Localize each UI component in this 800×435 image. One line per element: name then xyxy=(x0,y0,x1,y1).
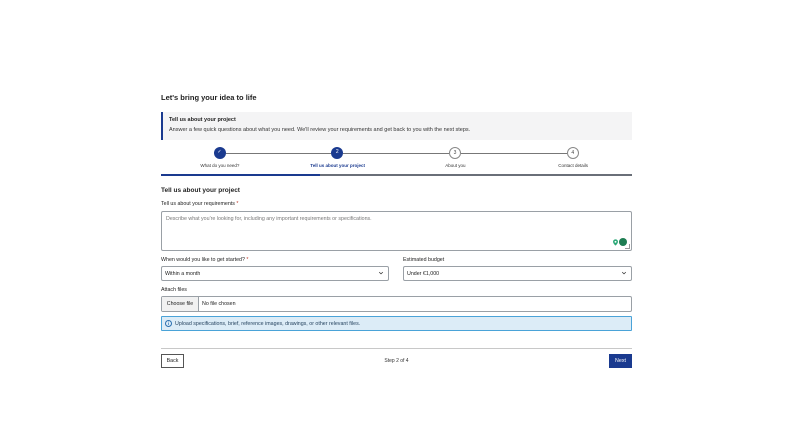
chevron-down-icon xyxy=(378,271,384,275)
step-contact-details[interactable]: 4 Contact details xyxy=(514,147,632,177)
budget-label: Estimated budget xyxy=(403,257,445,263)
requirements-label-text: Tell us about your requirements xyxy=(161,201,235,207)
file-status: No file chosen xyxy=(202,301,236,307)
requirements-placeholder: Describe what you're looking for, includ… xyxy=(166,216,372,222)
info-text: Upload specifications, brief, reference … xyxy=(175,321,361,327)
choose-file-button[interactable]: Choose file xyxy=(162,297,199,311)
step-about-you[interactable]: 3 About you xyxy=(397,147,515,177)
stepper: ✓ What do you need? 2 Tell us about your… xyxy=(161,147,632,177)
step-what-do-you-need[interactable]: ✓ What do you need? xyxy=(161,147,279,177)
step-number: 4 xyxy=(566,147,579,159)
budget-select-value: Under €1,000 xyxy=(407,271,440,277)
intro-title: Tell us about your project xyxy=(169,117,236,123)
file-input[interactable]: Choose file No file chosen xyxy=(161,296,632,312)
intro-panel: Tell us about your project Answer a few … xyxy=(161,112,632,140)
step-label: About you xyxy=(445,163,466,168)
resize-handle[interactable] xyxy=(625,244,630,249)
step-number: 3 xyxy=(449,147,461,159)
start-label: When would you like to get started? * xyxy=(161,257,248,263)
requirements-label: Tell us about your requirements * xyxy=(161,201,238,207)
page-title: Let's bring your idea to life xyxy=(161,93,257,102)
section-title: Tell us about your project xyxy=(161,187,240,194)
requirements-textarea[interactable]: Describe what you're looking for, includ… xyxy=(161,211,632,251)
step-check-icon: ✓ xyxy=(213,147,226,159)
progress-bar-fill xyxy=(161,174,320,176)
step-number: 2 xyxy=(331,147,344,159)
step-project[interactable]: 2 Tell us about your project xyxy=(279,147,397,177)
chevron-down-icon xyxy=(621,271,627,275)
start-select[interactable]: Within a month xyxy=(161,266,389,281)
step-count: Step 2 of 4 xyxy=(384,358,409,364)
back-button[interactable]: Back xyxy=(161,354,184,368)
next-button[interactable]: Next xyxy=(609,354,632,368)
step-label: Contact details xyxy=(558,163,589,168)
required-mark: * xyxy=(236,201,239,207)
footer-divider xyxy=(161,348,632,349)
budget-select[interactable]: Under €1,000 xyxy=(403,266,632,281)
start-label-text: When would you like to get started? xyxy=(161,257,245,263)
required-mark: * xyxy=(246,257,249,263)
step-label: Tell us about your project xyxy=(310,163,365,168)
location-pin-icon[interactable] xyxy=(612,239,619,246)
progress-bar xyxy=(161,174,632,176)
attach-label: Attach files xyxy=(161,287,187,293)
info-banner: i Upload specifications, brief, referenc… xyxy=(161,316,632,331)
info-icon: i xyxy=(165,320,172,327)
intro-text: Answer a few quick questions about what … xyxy=(169,127,471,133)
step-label: What do you need? xyxy=(200,163,240,168)
start-select-value: Within a month xyxy=(165,271,201,277)
